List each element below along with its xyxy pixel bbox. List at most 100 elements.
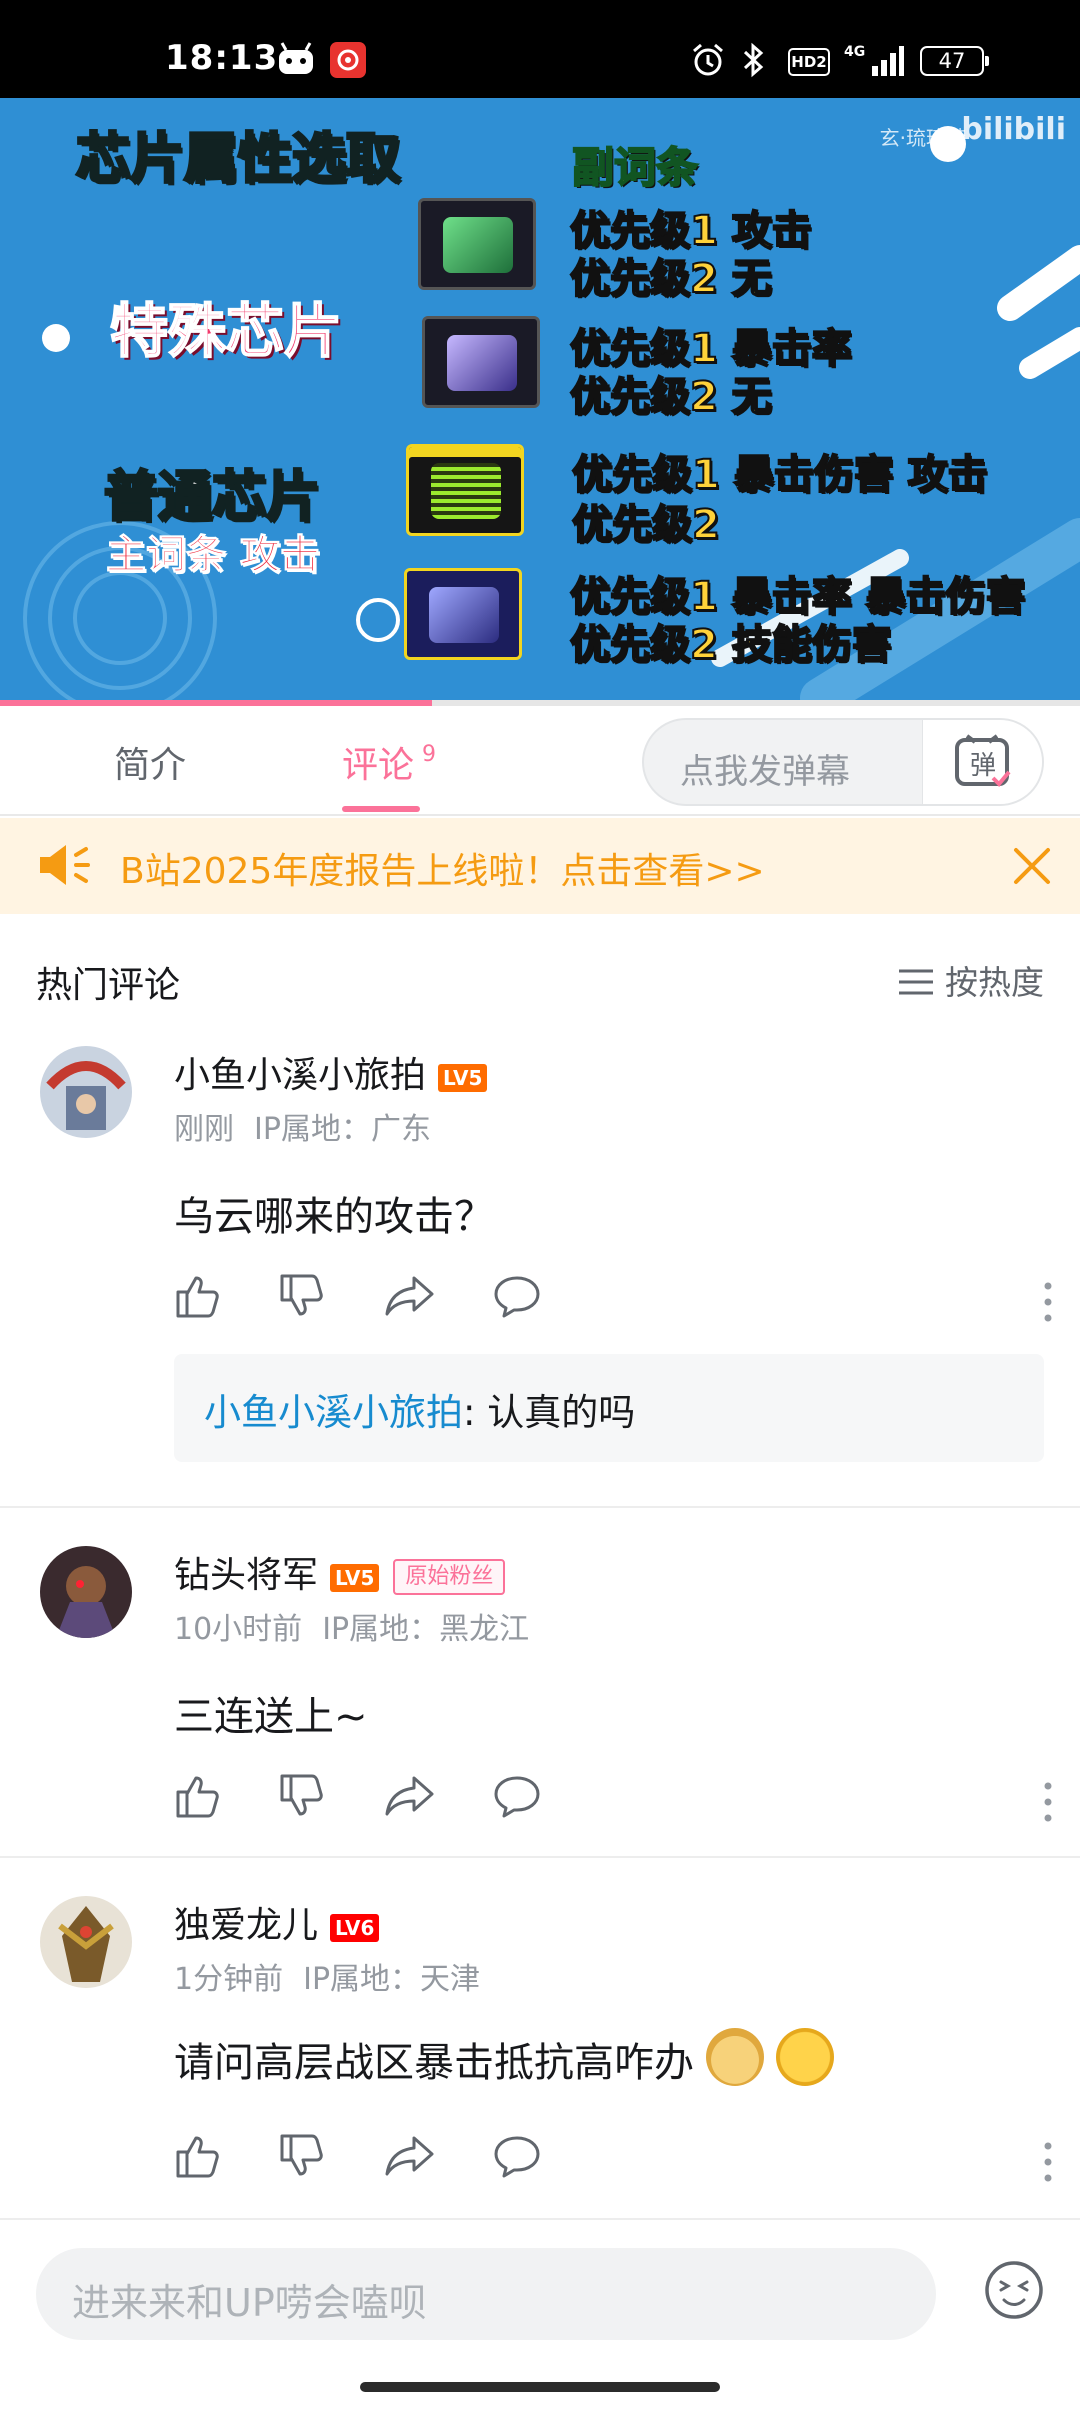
comment-text[interactable]: 请问高层战区暴击抵抗高咋办 bbox=[174, 2028, 834, 2088]
share-icon[interactable] bbox=[384, 1772, 436, 1820]
video-player[interactable]: 玄·琉璃梦 bilibili 芯片属性选取 特殊芯片 普通芯片 主词条 攻击 副… bbox=[0, 98, 1080, 702]
tab-comments[interactable]: 评论 9 bbox=[342, 736, 436, 788]
sort-label: 按热度 bbox=[945, 963, 1044, 1002]
priority-line: 优先级2 bbox=[571, 501, 721, 549]
tab-intro[interactable]: 简介 bbox=[114, 736, 186, 788]
battery-icon: 47 bbox=[920, 46, 989, 76]
reply-text: : 认真的吗 bbox=[463, 1391, 636, 1434]
bluetooth-icon bbox=[743, 42, 764, 78]
danmaku-input-box[interactable]: 点我发弹幕 弹 bbox=[642, 718, 1044, 806]
comment-text-content: 请问高层战区暴击抵抗高咋办 bbox=[174, 2040, 694, 2086]
music-app-icon bbox=[330, 42, 366, 78]
priority-line: 优先级2 无 bbox=[569, 373, 773, 421]
dislike-icon[interactable] bbox=[278, 1772, 326, 1820]
emoji-picker-icon[interactable] bbox=[984, 2260, 1044, 2320]
danmaku-icon: 弹 bbox=[955, 734, 1011, 787]
home-indicator[interactable] bbox=[360, 2382, 720, 2392]
comment-actions bbox=[174, 2132, 1054, 2192]
username-text[interactable]: 独爱龙儿 bbox=[174, 1905, 318, 1946]
more-options-icon[interactable] bbox=[1042, 1782, 1054, 1822]
video-title-text: 芯片属性选取 bbox=[75, 126, 402, 192]
status-bar: 18:13 HD2 4G 47 bbox=[0, 0, 1080, 98]
like-icon[interactable] bbox=[174, 2132, 222, 2180]
comment-meta: 10小时前 IP属地：黑龙江 bbox=[174, 1604, 529, 1648]
reply-preview-content: 小鱼小溪小旅拍: 认真的吗 bbox=[204, 1382, 635, 1436]
avatar[interactable] bbox=[40, 1546, 132, 1638]
comment-text[interactable]: 三连送上~ bbox=[174, 1684, 368, 1742]
sort-button[interactable]: 按热度 bbox=[897, 956, 1044, 1004]
comment-actions bbox=[174, 1772, 1054, 1832]
chip-image bbox=[404, 568, 522, 660]
comment-username[interactable]: 钻头将军 LV5 原始粉丝 bbox=[174, 1546, 506, 1598]
megaphone-icon bbox=[40, 845, 90, 885]
comment-ip: IP属地：黑龙江 bbox=[322, 1612, 530, 1647]
comment-input-placeholder: 进来来和UP唠会嗑呗 bbox=[72, 2281, 427, 2325]
tab-bar: 简介 评论 9 点我发弹幕 弹 bbox=[0, 706, 1080, 816]
comment-meta: 刚刚 IP属地：广东 bbox=[174, 1104, 431, 1148]
dislike-icon[interactable] bbox=[278, 2132, 326, 2180]
reply-icon[interactable] bbox=[492, 1272, 542, 1320]
bottom-comment-bar: 进来来和UP唠会嗑呗 bbox=[0, 2218, 1080, 2412]
alarm-icon bbox=[693, 43, 723, 76]
divider bbox=[0, 2218, 1080, 2220]
reply-icon[interactable] bbox=[492, 2132, 542, 2180]
status-time: 18:13 bbox=[165, 38, 279, 78]
doge-emoji-icon bbox=[706, 2028, 764, 2086]
share-icon[interactable] bbox=[384, 1272, 436, 1320]
chip-image bbox=[406, 444, 524, 536]
robot-app-icon bbox=[279, 42, 313, 74]
level-badge: LV5 bbox=[330, 1564, 380, 1592]
username-text[interactable]: 小鱼小溪小旅拍 bbox=[174, 1055, 426, 1096]
comment-username[interactable]: 小鱼小溪小旅拍 LV5 bbox=[174, 1046, 488, 1098]
divider bbox=[0, 1856, 1080, 1858]
hd-voice-icon: HD2 bbox=[788, 48, 830, 76]
comment-time: 刚刚 bbox=[174, 1112, 234, 1147]
bilibili-logo: bilibili bbox=[961, 112, 1066, 147]
danmaku-toggle-button[interactable]: 弹 bbox=[922, 720, 1042, 804]
comment-time: 10小时前 bbox=[174, 1612, 303, 1647]
danmaku-button-label: 弹 bbox=[970, 751, 996, 781]
comment-ip: IP属地：广东 bbox=[254, 1112, 431, 1147]
username-text[interactable]: 钻头将军 bbox=[174, 1555, 318, 1596]
more-options-icon[interactable] bbox=[1042, 1282, 1054, 1322]
sort-icon bbox=[899, 969, 933, 995]
watermark-text: 玄·琉璃梦 bbox=[879, 126, 966, 150]
special-chip-label: 特殊芯片 bbox=[109, 296, 343, 366]
crying-laugh-emoji-icon bbox=[776, 2028, 834, 2086]
reply-icon[interactable] bbox=[492, 1772, 542, 1820]
avatar[interactable] bbox=[40, 1046, 132, 1138]
chip-image bbox=[418, 198, 536, 290]
tab-comments-label: 评论 bbox=[342, 745, 415, 786]
avatar[interactable] bbox=[40, 1896, 132, 1988]
comment-username[interactable]: 独爱龙儿 LV6 bbox=[174, 1896, 380, 1948]
reply-username[interactable]: 小鱼小溪小旅拍 bbox=[204, 1391, 463, 1434]
reply-preview[interactable]: 小鱼小溪小旅拍: 认真的吗 bbox=[174, 1354, 1044, 1462]
comment-input[interactable]: 进来来和UP唠会嗑呗 bbox=[36, 2248, 936, 2340]
comment-meta: 1分钟前 IP属地：天津 bbox=[174, 1954, 480, 1998]
comment-text[interactable]: 乌云哪来的攻击？ bbox=[174, 1184, 494, 1242]
comment-actions bbox=[174, 1272, 1054, 1332]
notice-text[interactable]: B站2025年度报告上线啦！点击查看>> bbox=[120, 842, 765, 894]
hot-comments-title: 热门评论 bbox=[36, 965, 181, 1006]
main-stat-label: 主词条 攻击 bbox=[106, 532, 321, 579]
svg-text:4G: 4G bbox=[844, 44, 865, 60]
danmaku-input[interactable]: 点我发弹幕 bbox=[680, 744, 850, 793]
level-badge: LV6 bbox=[330, 1914, 380, 1942]
comment-ip: IP属地：天津 bbox=[303, 1962, 481, 1997]
normal-chip-label: 普通芯片 bbox=[103, 464, 322, 530]
sub-stat-header: 副词条 bbox=[571, 142, 699, 193]
close-icon[interactable] bbox=[1010, 844, 1054, 888]
chip-image bbox=[422, 316, 540, 408]
annual-report-banner[interactable]: B站2025年度报告上线啦！点击查看>> bbox=[0, 818, 1080, 914]
comment-count: 9 bbox=[422, 742, 437, 767]
like-icon[interactable] bbox=[174, 1272, 222, 1320]
share-icon[interactable] bbox=[384, 2132, 436, 2180]
dislike-icon[interactable] bbox=[278, 1272, 326, 1320]
divider bbox=[0, 1506, 1080, 1508]
more-options-icon[interactable] bbox=[1042, 2142, 1054, 2182]
like-icon[interactable] bbox=[174, 1772, 222, 1820]
active-tab-indicator bbox=[342, 806, 420, 812]
fan-badge: 原始粉丝 bbox=[393, 1559, 506, 1595]
signal-icon: 4G bbox=[844, 44, 904, 76]
priority-line: 优先级2 无 bbox=[569, 255, 773, 303]
